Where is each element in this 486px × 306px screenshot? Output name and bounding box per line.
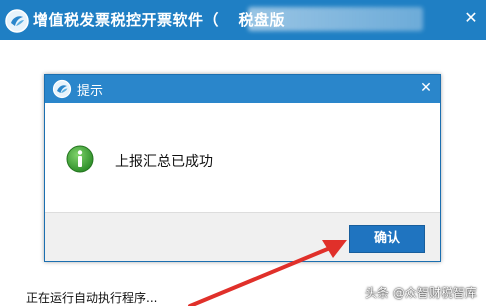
app-logo-icon (5, 9, 29, 33)
main-window-titlebar: 增值税发票税控开票软件（ 税盘版 ✕ (0, 0, 486, 40)
dialog-title: 提示 (77, 84, 104, 99)
main-window-close-button[interactable]: ✕ (461, 8, 481, 28)
dialog-close-button[interactable]: ✕ (417, 79, 435, 97)
redacted-title-region (248, 7, 423, 31)
dialog-titlebar: 提示 ✕ (45, 75, 440, 103)
status-text: 正在运行自动执行程序... (26, 291, 158, 305)
info-icon (66, 145, 94, 173)
dialog-logo-icon (52, 79, 72, 99)
dialog-footer: 确认 (45, 212, 440, 261)
close-icon: ✕ (464, 8, 478, 27)
watermark-text: 头条 @众智财税智库 (365, 286, 477, 300)
dialog-message: 上报汇总已成功 (115, 154, 213, 170)
main-window-title-text: 增值税发票税控开票软件（ (33, 11, 220, 29)
close-icon: ✕ (420, 80, 432, 96)
confirm-button[interactable]: 确认 (349, 225, 425, 253)
prompt-dialog: 提示 ✕ 上报汇总已成功 确认 (44, 74, 441, 262)
